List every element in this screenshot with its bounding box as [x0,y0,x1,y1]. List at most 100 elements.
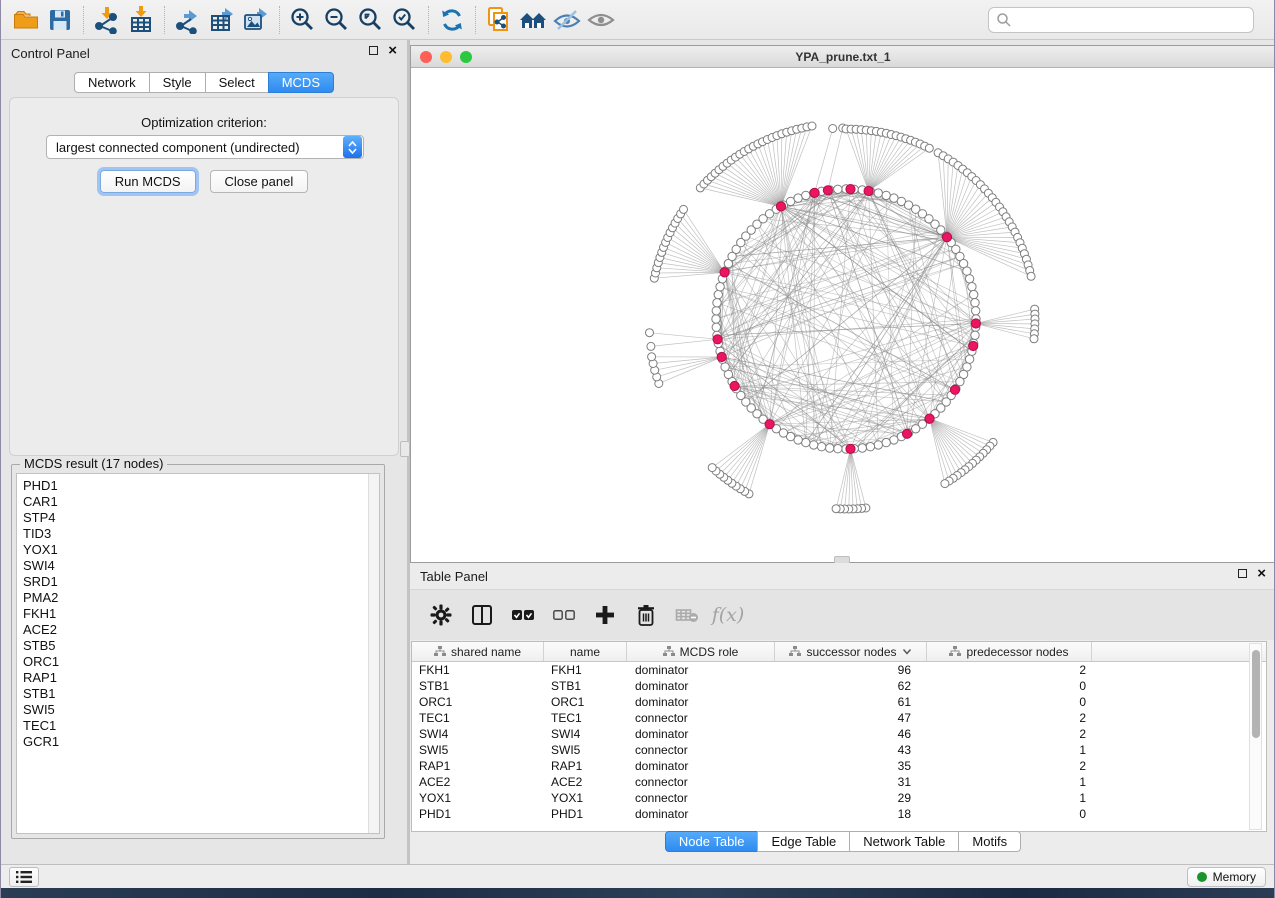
table-cell[interactable]: 1 [927,775,1092,789]
graph-node[interactable] [965,355,973,363]
open-folder-icon[interactable] [9,3,43,37]
graph-dominator-node[interactable] [765,420,774,429]
graph-node[interactable] [829,125,837,133]
close-panel-button[interactable]: Close panel [210,170,309,193]
graph-edge[interactable] [815,129,833,193]
graph-edge[interactable] [712,424,769,467]
graph-edge[interactable] [668,238,725,273]
graph-dominator-node[interactable] [720,268,729,277]
tab-network-table[interactable]: Network Table [849,831,959,852]
table-cell[interactable]: TEC1 [412,711,544,725]
graph-edge[interactable] [662,252,725,272]
save-icon[interactable] [43,3,77,37]
graph-node[interactable] [647,342,655,350]
mcds-result-item[interactable]: TID3 [17,526,379,542]
add-column-icon[interactable] [592,602,618,628]
table-cell[interactable]: dominator [627,695,775,709]
tab-node-table[interactable]: Node Table [665,831,759,852]
table-cell[interactable]: SWI4 [544,727,627,741]
zoom-in-icon[interactable] [286,3,320,37]
import-network-icon[interactable] [90,3,124,37]
refresh-icon[interactable] [435,3,469,37]
graph-node[interactable] [972,307,980,315]
graph-edge[interactable] [781,131,792,207]
graph-edge[interactable] [930,419,962,473]
mcds-result-item[interactable]: STP4 [17,510,379,526]
export-table-icon[interactable] [205,3,239,37]
graph-dominator-node[interactable] [950,385,959,394]
graph-node[interactable] [721,363,729,371]
graph-dominator-node[interactable] [969,341,978,350]
table-cell[interactable]: ACE2 [544,775,627,789]
table-row[interactable]: ORC1ORC1dominator610 [412,694,1266,710]
table-cell[interactable]: 62 [775,679,927,693]
table-cell[interactable]: 0 [927,695,1092,709]
table-cell[interactable]: 96 [775,663,927,677]
mcds-result-item[interactable]: SRD1 [17,574,379,590]
table-cell[interactable]: connector [627,775,775,789]
graph-dominator-node[interactable] [925,414,934,423]
search-input[interactable] [1012,13,1253,28]
mcds-result-item[interactable]: ORC1 [17,654,379,670]
graph-edge[interactable] [723,166,781,206]
graph-node[interactable] [882,191,890,199]
graph-edge[interactable] [736,424,770,486]
table-cell[interactable]: 2 [927,759,1092,773]
graph-dominator-node[interactable] [823,186,832,195]
mcds-result-item[interactable]: YOX1 [17,542,379,558]
graph-node[interactable] [874,189,882,197]
graph-edge[interactable] [930,419,965,470]
graph-edge[interactable] [724,424,770,477]
graph-edge[interactable] [684,209,725,272]
table-cell[interactable]: dominator [627,727,775,741]
graph-node[interactable] [866,443,874,451]
memory-button[interactable]: Memory [1187,867,1266,887]
tab-style[interactable]: Style [149,72,206,93]
graph-node[interactable] [648,353,656,361]
table-row[interactable]: ACE2ACE2connector311 [412,774,1266,790]
split-view-icon[interactable] [469,602,495,628]
tab-select[interactable]: Select [205,72,269,93]
column-header-name[interactable]: name [544,642,627,661]
mcds-result-item[interactable]: TEC1 [17,718,379,734]
table-cell[interactable]: dominator [627,679,775,693]
table-cell[interactable]: 0 [927,807,1092,821]
graph-edge[interactable] [976,324,1035,334]
table-cell[interactable]: STB1 [412,679,544,693]
run-mcds-button[interactable]: Run MCDS [100,170,196,193]
graph-edge[interactable] [976,324,1034,339]
zoom-out-icon[interactable] [320,3,354,37]
graph-node[interactable] [802,438,810,446]
graph-dominator-node[interactable] [717,352,726,361]
table-cell[interactable]: ACE2 [412,775,544,789]
graph-node[interactable] [941,480,949,488]
graph-edge[interactable] [836,449,850,509]
float-table-panel-icon[interactable] [1238,569,1247,578]
zoom-selected-icon[interactable] [388,3,422,37]
graph-edge[interactable] [659,357,722,384]
show-all-eye-icon[interactable] [584,3,618,37]
graph-node[interactable] [712,307,720,315]
graph-node[interactable] [971,299,979,307]
graph-node[interactable] [680,205,688,213]
graph-node[interactable] [1027,272,1035,280]
float-panel-icon[interactable] [369,46,378,55]
graph-node[interactable] [802,191,810,199]
graph-edge[interactable] [943,156,947,237]
table-row[interactable]: TEC1TEC1connector472 [412,710,1266,726]
mcds-result-list[interactable]: PHD1CAR1STP4TID3YOX1SWI4SRD1PMA2FKH1ACE2… [16,473,380,834]
table-row[interactable]: STB1STB1dominator620 [412,678,1266,694]
graph-dominator-node[interactable] [776,202,785,211]
graph-dominator-node[interactable] [846,444,855,453]
deselect-all-columns-icon[interactable] [551,602,577,628]
table-cell[interactable]: PHD1 [412,807,544,821]
vertical-splitter-handle[interactable] [400,441,410,457]
graph-node[interactable] [832,505,840,513]
close-table-panel-icon[interactable]: × [1257,569,1266,578]
graph-edge[interactable] [976,314,1035,323]
table-cell[interactable]: 29 [775,791,927,805]
graph-edge[interactable] [930,419,973,464]
close-panel-icon[interactable]: × [388,46,397,55]
graph-node[interactable] [714,290,722,298]
mcds-result-item[interactable]: RAP1 [17,670,379,686]
